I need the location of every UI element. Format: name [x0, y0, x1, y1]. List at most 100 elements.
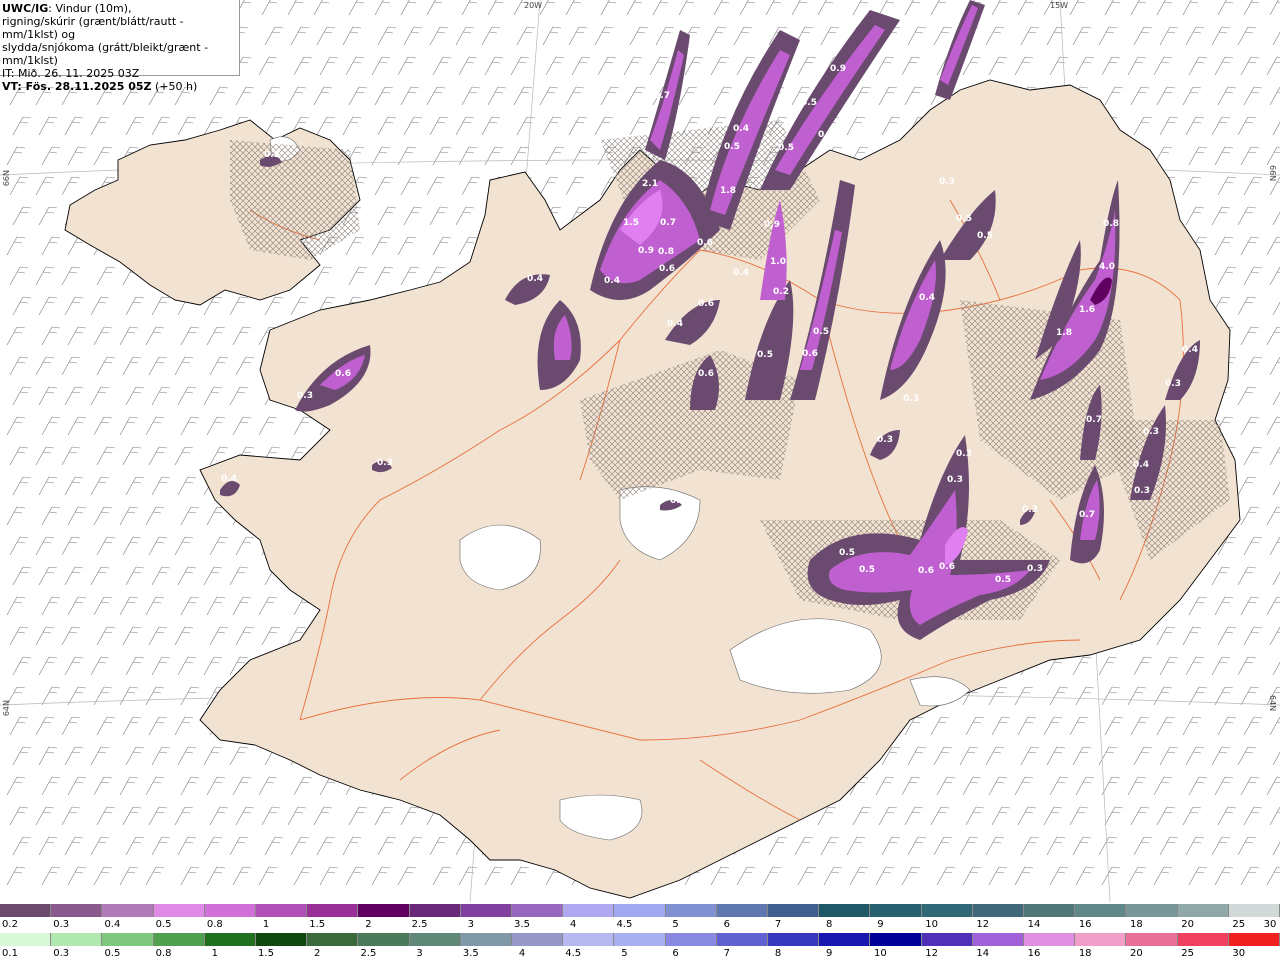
wind-barb	[12, 476, 32, 496]
wind-barb	[41, 776, 61, 796]
wind-barb	[345, 56, 365, 76]
wind-barb	[904, 806, 924, 826]
wind-barb	[206, 506, 226, 526]
precip-value-label: 0.5	[757, 350, 773, 360]
wind-barb	[1127, 776, 1147, 796]
wind-barb	[1153, 56, 1173, 76]
wind-barb	[96, 266, 116, 286]
wind-barb	[12, 386, 32, 406]
wind-barb	[125, 836, 145, 856]
scale-label: 7	[723, 948, 730, 959]
wind-barb	[374, 176, 394, 196]
wind-barb	[1046, 746, 1066, 766]
wind-barb	[64, 656, 84, 676]
wind-barb	[429, 116, 449, 136]
precip-value-label: 0.6	[697, 238, 713, 248]
scale-label: 0.2	[2, 919, 18, 930]
scale-swatch	[1177, 933, 1229, 946]
scale-label: 16	[1027, 948, 1041, 959]
wind-barb	[484, 146, 504, 166]
wind-barb	[38, 116, 58, 136]
wind-barb	[1156, 626, 1176, 646]
wind-barb	[148, 356, 168, 376]
wind-barb	[594, 26, 614, 46]
wind-barb	[177, 476, 197, 496]
precip-value-label: 0.6	[698, 369, 714, 379]
scale-swatch	[460, 933, 513, 946]
wind-barb	[1269, 86, 1280, 106]
precip-value-label: 0.4	[527, 274, 543, 284]
wind-barb	[38, 566, 58, 586]
wind-barb	[1014, 56, 1034, 76]
wind-barb	[1217, 716, 1237, 736]
precip-value-label: 0.6	[939, 562, 955, 572]
wind-barb	[1188, 866, 1208, 886]
snow-color-scale	[0, 904, 1280, 917]
wind-barb	[151, 746, 171, 766]
wind-barb	[35, 266, 55, 286]
scale-label: 1.5	[258, 948, 274, 959]
wind-barb	[319, 866, 339, 886]
wind-barb	[458, 866, 478, 886]
precip-value-label: 0.3	[877, 435, 893, 445]
wind-barb	[1188, 56, 1208, 76]
wind-barb	[1159, 836, 1179, 856]
wind-barb	[962, 776, 982, 796]
wind-barb	[90, 836, 110, 856]
precip-value-label: 0.9	[764, 220, 780, 230]
wind-barb	[429, 836, 449, 856]
wind-barb	[290, 26, 310, 46]
wind-barb	[510, 866, 530, 886]
wind-barb	[1217, 0, 1234, 16]
wind-barb	[9, 446, 29, 466]
wind-barb	[1240, 146, 1260, 166]
scale-swatch	[563, 904, 615, 917]
scale-swatch	[409, 933, 461, 946]
wind-barb	[61, 716, 81, 736]
wind-barb	[229, 746, 249, 766]
wind-barb	[1043, 806, 1063, 826]
wind-barb	[64, 476, 84, 496]
precip-value-label: 0.6	[698, 299, 714, 309]
precip-value-label: 0.6	[659, 264, 675, 274]
precip-value-label: 1.5	[623, 218, 639, 228]
scale-swatch	[409, 904, 461, 917]
wind-barb	[397, 56, 417, 76]
wind-barb	[319, 56, 339, 76]
wind-barb	[568, 26, 588, 46]
wind-barb	[41, 686, 61, 706]
wind-barb	[96, 626, 116, 646]
precip-value-label: 0.3	[1022, 505, 1038, 515]
wind-barb	[1272, 121, 1280, 136]
wind-barb	[959, 836, 979, 856]
wind-barb	[145, 866, 165, 886]
wind-barb	[1266, 506, 1280, 526]
title-block: UWC/IG: Vindur (10m), rigning/skúrir (gr…	[0, 0, 240, 93]
wind-barb	[1243, 446, 1263, 466]
wind-barb	[484, 866, 504, 886]
wind-barb	[1049, 686, 1069, 706]
scale-swatch	[307, 933, 359, 946]
wind-barb	[125, 476, 145, 496]
wind-barb	[1211, 206, 1231, 226]
wind-barb	[736, 866, 756, 886]
wind-barb	[1240, 56, 1260, 76]
scale-label: 10	[925, 919, 938, 930]
wind-barb	[148, 446, 168, 466]
wind-barb	[713, 0, 730, 16]
wind-barb	[1049, 776, 1069, 796]
wind-barb	[1185, 116, 1205, 136]
wind-barb	[901, 56, 921, 76]
wind-barb	[67, 776, 87, 796]
wind-barb	[148, 716, 168, 736]
wind-barb	[1266, 596, 1280, 616]
snow-description: slydda/snjókoma (grátt/bleikt/grænt - mm…	[2, 41, 209, 67]
wind-barb	[209, 806, 229, 826]
wind-barb	[177, 386, 197, 406]
wind-barb	[820, 26, 840, 46]
wind-barb	[93, 776, 113, 796]
wind-barb	[235, 536, 255, 556]
wind-barb	[565, 176, 585, 196]
wind-barb	[261, 86, 281, 106]
wind-barb	[177, 116, 197, 136]
